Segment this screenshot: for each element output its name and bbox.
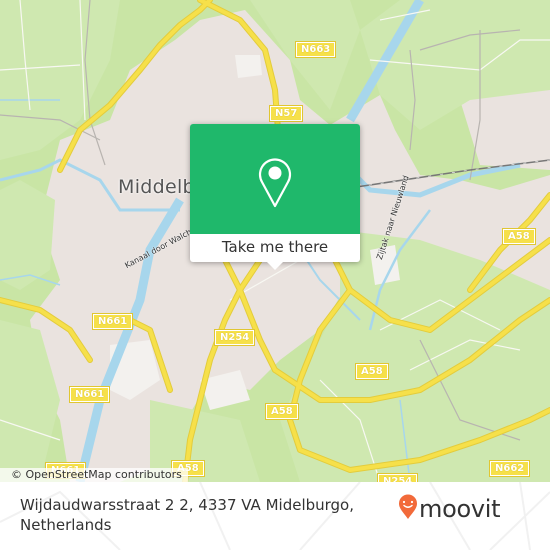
map[interactable]: Middelburg Kanaal door Walcheren Zijtak … — [0, 0, 550, 482]
road-shield-a58-east: A58 — [502, 228, 536, 245]
popup-tail — [267, 262, 283, 270]
address-line-1: Wijdaudwarsstraat 2 2, 4337 VA Midelburg… — [20, 496, 355, 514]
address: Wijdaudwarsstraat 2 2, 4337 VA Midelburg… — [20, 495, 360, 535]
road-shield-n662: N662 — [488, 460, 531, 477]
road-shield-a58-south: A58 — [265, 403, 299, 420]
road-shield-n57: N57 — [268, 105, 304, 122]
take-me-there-button[interactable]: Take me there — [190, 234, 360, 262]
road-shield-n254-bottom: N254 — [376, 473, 419, 482]
popup-header — [190, 124, 360, 234]
road-shield-n661-north: N661 — [91, 313, 134, 330]
location-popup: Take me there — [190, 124, 360, 270]
moovit-logo[interactable]: moovit — [398, 494, 501, 524]
footer: Wijdaudwarsstraat 2 2, 4337 VA Midelburg… — [0, 482, 550, 550]
road-shield-a58-center: A58 — [355, 363, 389, 380]
moovit-logo-text: moovit — [419, 495, 501, 523]
road-shield-n254-mid: N254 — [213, 329, 256, 346]
address-line-2: Netherlands — [20, 516, 112, 534]
road-shield-n663: N663 — [294, 41, 337, 58]
road-shield-n661-south: N661 — [68, 386, 111, 403]
map-attribution[interactable]: © OpenStreetMap contributors — [0, 468, 188, 482]
moovit-pin-icon — [398, 494, 418, 524]
